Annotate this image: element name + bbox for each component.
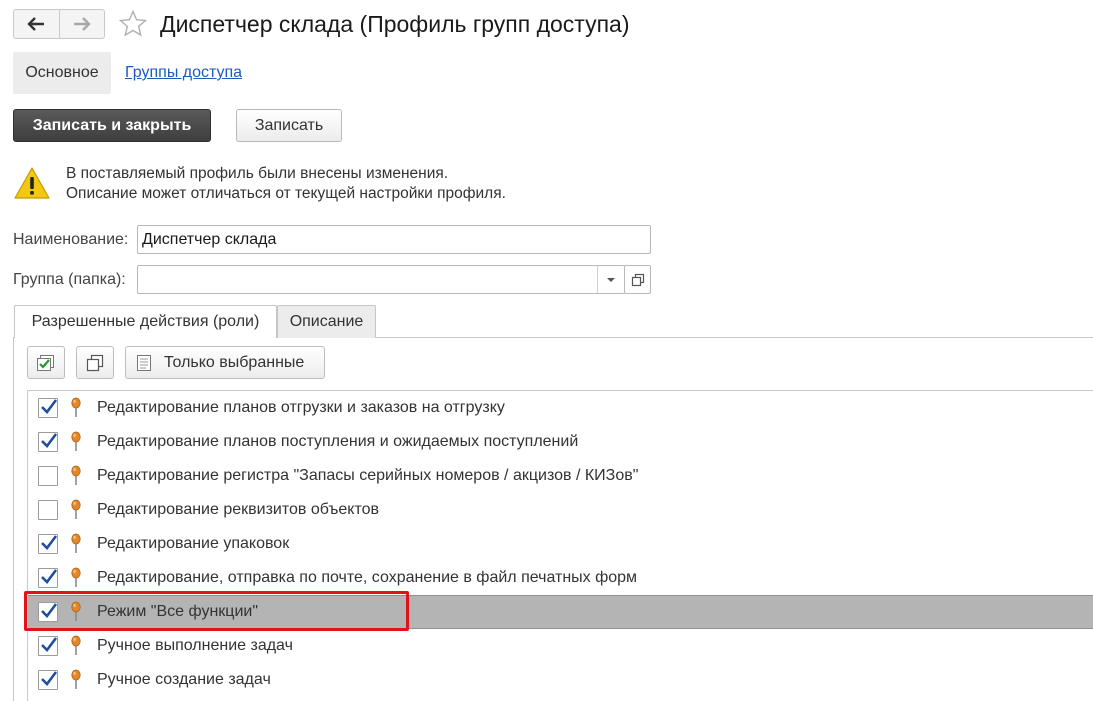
name-field[interactable]: Диспетчер склада [137,225,651,254]
role-pin-icon [70,397,82,419]
checkmark-icon [41,433,58,448]
role-label: Редактирование планов отгрузки и заказов… [97,399,505,416]
check-all-button[interactable] [27,346,65,379]
role-label: Ручное выполнение задач [97,637,293,654]
open-window-icon [631,273,644,286]
role-label: Редактирование реквизитов объектов [97,501,379,518]
tab-roles[interactable]: Разрешенные действия (роли) [14,305,277,338]
chevron-down-icon [607,277,615,282]
group-label: Группа (папка): [13,271,126,288]
checkmark-icon [41,535,58,550]
role-checkbox[interactable] [38,500,58,520]
role-row[interactable]: Редактирование, отправка по почте, сохра… [28,561,1093,595]
arrow-left-icon [27,17,45,31]
group-field[interactable] [137,265,625,294]
name-label: Наименование: [13,231,129,248]
role-pin-icon [70,431,82,453]
role-checkbox[interactable] [38,466,58,486]
check-all-icon [37,354,54,371]
forward-button[interactable] [58,10,105,38]
role-checkbox[interactable] [38,398,58,418]
access-groups-link[interactable]: Группы доступа [125,63,242,83]
save-button[interactable]: Записать [236,109,342,142]
save-and-close-button[interactable]: Записать и закрыть [13,109,211,142]
group-dropdown-button[interactable] [597,266,624,293]
tab-panel-border [13,337,14,701]
warning-message: В поставляемый профиль были внесены изме… [66,164,506,204]
arrow-right-icon [73,17,91,31]
role-checkbox[interactable] [38,670,58,690]
copy-icon [86,354,104,371]
role-label: Редактирование планов поступления и ожид… [97,433,579,450]
list-icon [137,354,151,371]
role-row[interactable]: Редактирование упаковок [28,527,1093,561]
warning-line-1: В поставляемый профиль были внесены изме… [66,165,449,182]
role-pin-icon [70,567,82,589]
role-checkbox[interactable] [38,636,58,656]
section-main[interactable]: Основное [13,52,111,94]
star-icon[interactable] [118,9,148,39]
role-pin-icon [70,499,82,521]
checkmark-icon [41,671,58,686]
history-nav [13,9,105,39]
role-pin-icon [70,533,82,555]
role-label: Ручное создание задач [97,671,271,688]
role-row[interactable]: Редактирование реквизитов объектов [28,493,1093,527]
role-row[interactable]: Ручное выполнение задач [28,629,1093,663]
role-pin-icon [70,669,82,691]
warning-line-2: Описание может отличаться от текущей нас… [66,185,506,202]
checkmark-icon [41,399,58,414]
checkmark-icon [41,637,58,652]
role-pin-icon [70,635,82,657]
tab-divider [376,337,1093,338]
group-open-button[interactable] [624,265,651,294]
role-label: Редактирование упаковок [97,535,290,552]
only-selected-button[interactable]: Только выбранные [125,346,325,379]
back-button[interactable] [14,10,59,38]
role-row[interactable]: Ручное создание задач [28,663,1093,697]
copy-button[interactable] [76,346,114,379]
role-label: Редактирование регистра "Запасы серийных… [97,467,639,484]
highlight-box [24,591,409,631]
page-title: Диспетчер склада (Профиль групп доступа) [160,11,630,37]
role-checkbox[interactable] [38,432,58,452]
only-selected-label: Только выбранные [164,353,305,371]
warning-icon [14,167,50,199]
role-row[interactable]: Редактирование планов отгрузки и заказов… [28,391,1093,425]
role-label: Редактирование, отправка по почте, сохра… [97,569,638,586]
role-checkbox[interactable] [38,568,58,588]
checkmark-icon [41,569,58,584]
tab-description[interactable]: Описание [277,305,376,338]
role-row[interactable]: Редактирование планов поступления и ожид… [28,425,1093,459]
role-pin-icon [70,465,82,487]
role-checkbox[interactable] [38,534,58,554]
role-row[interactable]: Редактирование регистра "Запасы серийных… [28,459,1093,493]
